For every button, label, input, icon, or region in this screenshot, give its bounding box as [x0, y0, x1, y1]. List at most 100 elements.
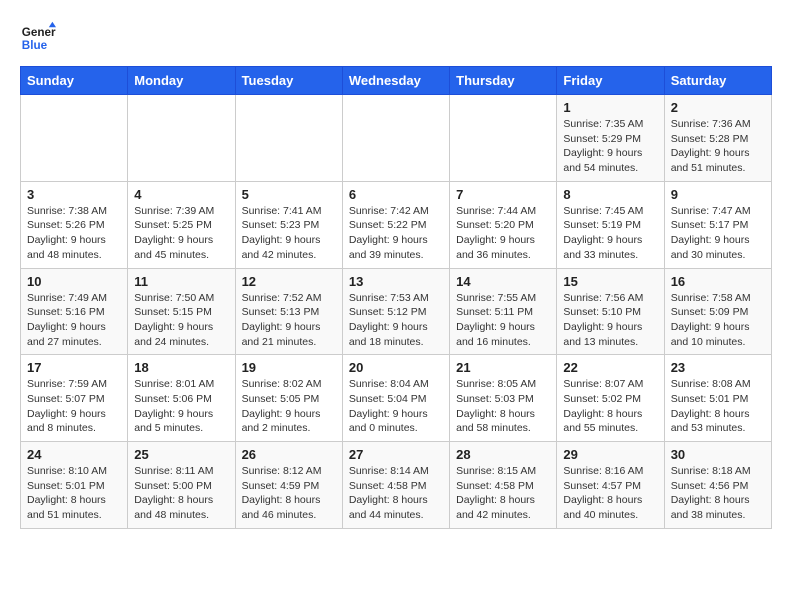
calendar-table: SundayMondayTuesdayWednesdayThursdayFrid…: [20, 66, 772, 529]
cell-info: Sunrise: 8:12 AM Sunset: 4:59 PM Dayligh…: [242, 464, 336, 523]
cell-info: Sunrise: 7:36 AM Sunset: 5:28 PM Dayligh…: [671, 117, 765, 176]
calendar-cell: 14 Sunrise: 7:55 AM Sunset: 5:11 PM Dayli…: [450, 268, 557, 355]
day-number: 6: [349, 187, 443, 202]
day-number: 23: [671, 360, 765, 375]
calendar-cell: 22Sunrise: 8:07 AM Sunset: 5:02 PM Dayli…: [557, 355, 664, 442]
weekday-header: Sunday: [21, 67, 128, 95]
cell-info: Sunrise: 7:49 AM Sunset: 5:16 PM Dayligh…: [27, 291, 121, 350]
cell-info: Sunrise: 7:42 AM Sunset: 5:22 PM Dayligh…: [349, 204, 443, 263]
calendar-cell: 27Sunrise: 8:14 AM Sunset: 4:58 PM Dayli…: [342, 442, 449, 529]
cell-info: Sunrise: 8:08 AM Sunset: 5:01 PM Dayligh…: [671, 377, 765, 436]
calendar-cell: 26 Sunrise: 8:12 AM Sunset: 4:59 PM Dayli…: [235, 442, 342, 529]
calendar-cell: 9 Sunrise: 7:47 AM Sunset: 5:17 PM Daylig…: [664, 181, 771, 268]
day-number: 12: [242, 274, 336, 289]
calendar-cell: 30 Sunrise: 8:18 AM Sunset: 4:56 PM Dayli…: [664, 442, 771, 529]
calendar-week-row: 1 Sunrise: 7:35 AM Sunset: 5:29 PM Daylig…: [21, 95, 772, 182]
day-number: 11: [134, 274, 228, 289]
day-number: 28: [456, 447, 550, 462]
calendar-cell: 5 Sunrise: 7:41 AM Sunset: 5:23 PM Daylig…: [235, 181, 342, 268]
cell-info: Sunrise: 7:41 AM Sunset: 5:23 PM Dayligh…: [242, 204, 336, 263]
calendar-cell: 24 Sunrise: 8:10 AM Sunset: 5:01 PM Dayli…: [21, 442, 128, 529]
calendar-cell: [21, 95, 128, 182]
calendar-cell: 4Sunrise: 7:39 AM Sunset: 5:25 PM Daylig…: [128, 181, 235, 268]
calendar-cell: 2 Sunrise: 7:36 AM Sunset: 5:28 PM Daylig…: [664, 95, 771, 182]
day-number: 14: [456, 274, 550, 289]
calendar-cell: 23 Sunrise: 8:08 AM Sunset: 5:01 PM Dayli…: [664, 355, 771, 442]
calendar-cell: 6 Sunrise: 7:42 AM Sunset: 5:22 PM Daylig…: [342, 181, 449, 268]
cell-info: Sunrise: 8:04 AM Sunset: 5:04 PM Dayligh…: [349, 377, 443, 436]
cell-info: Sunrise: 8:05 AM Sunset: 5:03 PM Dayligh…: [456, 377, 550, 436]
day-number: 16: [671, 274, 765, 289]
calendar-cell: 12Sunrise: 7:52 AM Sunset: 5:13 PM Dayli…: [235, 268, 342, 355]
cell-info: Sunrise: 8:02 AM Sunset: 5:05 PM Dayligh…: [242, 377, 336, 436]
cell-info: Sunrise: 7:44 AM Sunset: 5:20 PM Dayligh…: [456, 204, 550, 263]
cell-info: Sunrise: 7:39 AM Sunset: 5:25 PM Dayligh…: [134, 204, 228, 263]
cell-info: Sunrise: 7:53 AM Sunset: 5:12 PM Dayligh…: [349, 291, 443, 350]
weekday-header: Monday: [128, 67, 235, 95]
cell-info: Sunrise: 7:59 AM Sunset: 5:07 PM Dayligh…: [27, 377, 121, 436]
day-number: 24: [27, 447, 121, 462]
day-number: 15: [563, 274, 657, 289]
calendar-cell: 28 Sunrise: 8:15 AM Sunset: 4:58 PM Dayli…: [450, 442, 557, 529]
calendar-cell: 16 Sunrise: 7:58 AM Sunset: 5:09 PM Dayli…: [664, 268, 771, 355]
calendar-cell: 1 Sunrise: 7:35 AM Sunset: 5:29 PM Daylig…: [557, 95, 664, 182]
calendar-body: 1 Sunrise: 7:35 AM Sunset: 5:29 PM Daylig…: [21, 95, 772, 529]
calendar-cell: 18Sunrise: 8:01 AM Sunset: 5:06 PM Dayli…: [128, 355, 235, 442]
cell-info: Sunrise: 8:11 AM Sunset: 5:00 PM Dayligh…: [134, 464, 228, 523]
calendar-cell: [342, 95, 449, 182]
logo: General Blue: [20, 20, 60, 56]
calendar-cell: 13 Sunrise: 7:53 AM Sunset: 5:12 PM Dayli…: [342, 268, 449, 355]
day-number: 30: [671, 447, 765, 462]
calendar-cell: [235, 95, 342, 182]
calendar-cell: 11Sunrise: 7:50 AM Sunset: 5:15 PM Dayli…: [128, 268, 235, 355]
calendar-week-row: 3 Sunrise: 7:38 AM Sunset: 5:26 PM Daylig…: [21, 181, 772, 268]
cell-info: Sunrise: 7:35 AM Sunset: 5:29 PM Dayligh…: [563, 117, 657, 176]
calendar-cell: [128, 95, 235, 182]
day-number: 26: [242, 447, 336, 462]
day-number: 27: [349, 447, 443, 462]
day-number: 3: [27, 187, 121, 202]
calendar-cell: 15 Sunrise: 7:56 AM Sunset: 5:10 PM Dayli…: [557, 268, 664, 355]
day-number: 13: [349, 274, 443, 289]
cell-info: Sunrise: 8:15 AM Sunset: 4:58 PM Dayligh…: [456, 464, 550, 523]
calendar-cell: 3 Sunrise: 7:38 AM Sunset: 5:26 PM Daylig…: [21, 181, 128, 268]
weekday-header: Wednesday: [342, 67, 449, 95]
cell-info: Sunrise: 8:16 AM Sunset: 4:57 PM Dayligh…: [563, 464, 657, 523]
weekday-header: Tuesday: [235, 67, 342, 95]
day-number: 5: [242, 187, 336, 202]
day-number: 29: [563, 447, 657, 462]
cell-info: Sunrise: 7:56 AM Sunset: 5:10 PM Dayligh…: [563, 291, 657, 350]
day-number: 8: [563, 187, 657, 202]
day-number: 1: [563, 100, 657, 115]
cell-info: Sunrise: 8:18 AM Sunset: 4:56 PM Dayligh…: [671, 464, 765, 523]
calendar-week-row: 17Sunrise: 7:59 AM Sunset: 5:07 PM Dayli…: [21, 355, 772, 442]
calendar-cell: 10 Sunrise: 7:49 AM Sunset: 5:16 PM Dayli…: [21, 268, 128, 355]
calendar-cell: 25Sunrise: 8:11 AM Sunset: 5:00 PM Dayli…: [128, 442, 235, 529]
logo-icon: General Blue: [20, 20, 56, 56]
day-number: 21: [456, 360, 550, 375]
cell-info: Sunrise: 7:58 AM Sunset: 5:09 PM Dayligh…: [671, 291, 765, 350]
weekday-header: Thursday: [450, 67, 557, 95]
day-number: 2: [671, 100, 765, 115]
calendar-week-row: 10 Sunrise: 7:49 AM Sunset: 5:16 PM Dayli…: [21, 268, 772, 355]
day-number: 20: [349, 360, 443, 375]
cell-info: Sunrise: 7:47 AM Sunset: 5:17 PM Dayligh…: [671, 204, 765, 263]
day-number: 9: [671, 187, 765, 202]
cell-info: Sunrise: 7:55 AM Sunset: 5:11 PM Dayligh…: [456, 291, 550, 350]
calendar-cell: 29 Sunrise: 8:16 AM Sunset: 4:57 PM Dayli…: [557, 442, 664, 529]
calendar-cell: 21 Sunrise: 8:05 AM Sunset: 5:03 PM Dayli…: [450, 355, 557, 442]
page-header: General Blue: [20, 20, 772, 56]
day-number: 10: [27, 274, 121, 289]
day-number: 19: [242, 360, 336, 375]
calendar-header: SundayMondayTuesdayWednesdayThursdayFrid…: [21, 67, 772, 95]
cell-info: Sunrise: 7:38 AM Sunset: 5:26 PM Dayligh…: [27, 204, 121, 263]
weekday-header: Saturday: [664, 67, 771, 95]
calendar-cell: 7 Sunrise: 7:44 AM Sunset: 5:20 PM Daylig…: [450, 181, 557, 268]
cell-info: Sunrise: 8:01 AM Sunset: 5:06 PM Dayligh…: [134, 377, 228, 436]
day-number: 7: [456, 187, 550, 202]
weekday-row: SundayMondayTuesdayWednesdayThursdayFrid…: [21, 67, 772, 95]
weekday-header: Friday: [557, 67, 664, 95]
cell-info: Sunrise: 8:10 AM Sunset: 5:01 PM Dayligh…: [27, 464, 121, 523]
svg-text:Blue: Blue: [22, 39, 48, 52]
svg-text:General: General: [22, 26, 56, 39]
